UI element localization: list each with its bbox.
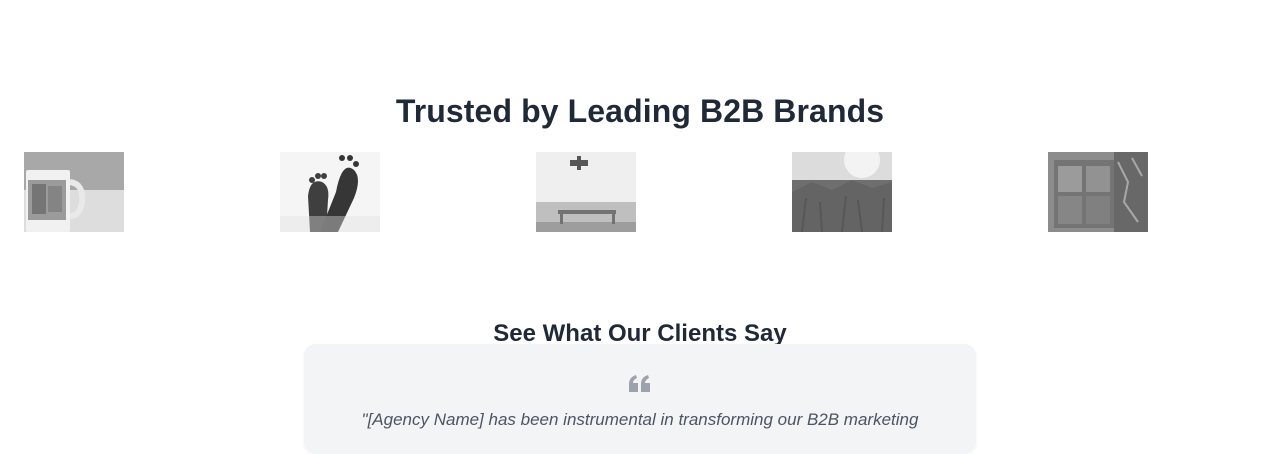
mug-photo-icon: [24, 152, 124, 232]
field-photo-icon: [792, 152, 892, 232]
testimonial-quote-text: "[Agency Name] has been instrumental in …: [361, 410, 919, 429]
brand-logo-mug: [24, 152, 124, 232]
feet-photo-icon: [280, 152, 380, 232]
quote-icon: [628, 374, 652, 394]
brand-logo-shed: [1048, 152, 1148, 232]
brand-logo-bench: [536, 152, 636, 232]
shed-photo-icon: [1048, 152, 1148, 232]
brand-logo-field: [792, 152, 892, 232]
brand-logo-feet: [280, 152, 380, 232]
bench-photo-icon: [536, 152, 636, 232]
brands-section-title: Trusted by Leading B2B Brands: [395, 92, 885, 129]
testimonial-card: "[Agency Name] has been instrumental in …: [304, 344, 976, 454]
